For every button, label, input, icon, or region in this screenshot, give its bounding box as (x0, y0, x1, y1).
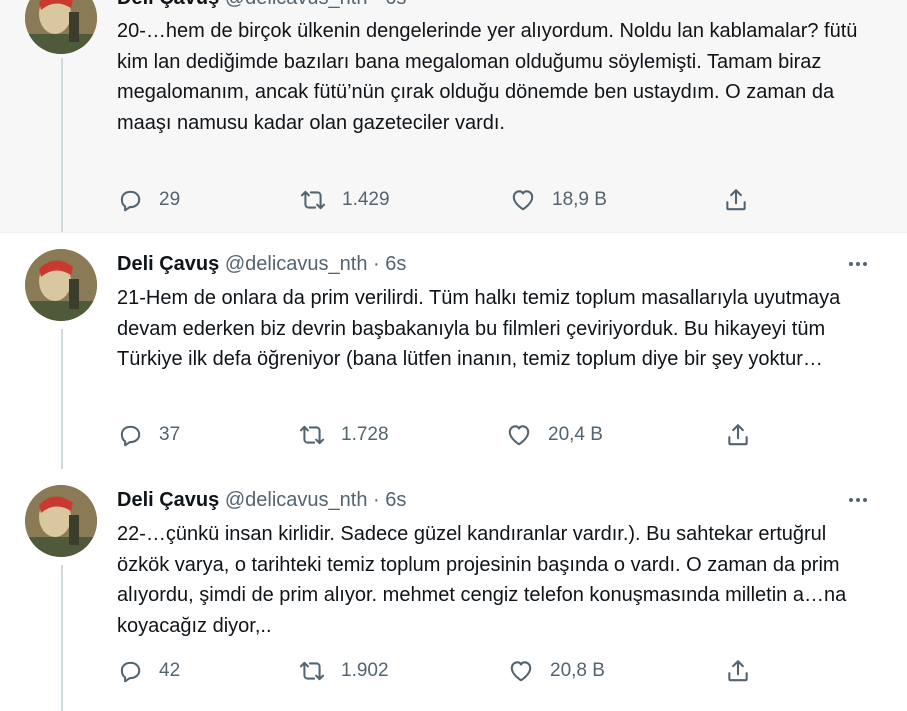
thread-line (61, 565, 63, 711)
author-handle[interactable]: @delicavus_nth (225, 0, 368, 9)
reply-icon (120, 425, 141, 447)
tweet[interactable]: Deli Çavuş @delicavus_nth · 6s 20-…hem d… (0, 0, 907, 233)
retweet-icon (300, 190, 326, 210)
tweet-header: Deli Çavuş @delicavus_nth · 6s (117, 0, 406, 10)
author-handle[interactable]: @delicavus_nth (225, 253, 368, 275)
timestamp[interactable]: 6s (385, 253, 406, 275)
more-icon (849, 498, 853, 502)
share-button[interactable] (723, 185, 749, 215)
retweet-button[interactable]: 1.902 (299, 656, 389, 686)
reply-count: 37 (159, 424, 181, 445)
tweet-actions: 29 1.429 18,9 B (117, 185, 767, 215)
avatar-image (25, 249, 97, 321)
more-icon (849, 262, 853, 266)
tweet-text: 21-Hem de onlara da prim verilirdi. Tüm … (117, 287, 841, 370)
share-button[interactable] (725, 420, 751, 450)
tweet[interactable]: Deli Çavuş @delicavus_nth · 6s 21-Hem de… (0, 233, 907, 469)
tweet-header: Deli Çavuş @delicavus_nth · 6s (117, 488, 406, 512)
avatar-image (25, 485, 97, 557)
like-count: 20,4 B (548, 424, 603, 445)
like-count: 18,9 B (552, 189, 607, 210)
author-name[interactable]: Deli Çavuş (117, 489, 219, 511)
more-button[interactable] (843, 488, 873, 512)
tweet-text: 20-…hem de birçok ülkenin dengelerinde y… (117, 20, 858, 134)
timestamp[interactable]: 6s (385, 0, 406, 9)
reply-button[interactable]: 42 (117, 656, 180, 686)
timestamp[interactable]: 6s (385, 489, 406, 511)
separator: · (373, 0, 380, 9)
reply-button[interactable]: 37 (117, 420, 180, 450)
avatar[interactable] (25, 0, 97, 54)
retweet-count: 1.728 (341, 424, 389, 445)
share-icon (728, 660, 748, 682)
heart-icon (510, 661, 532, 682)
like-count: 20,8 B (550, 660, 605, 681)
retweet-icon (299, 425, 325, 445)
heart-icon (512, 190, 534, 211)
retweet-button[interactable]: 1.728 (299, 420, 389, 450)
separator: · (373, 489, 380, 511)
share-button[interactable] (725, 656, 751, 686)
avatar[interactable] (25, 485, 97, 557)
retweet-icon (299, 661, 325, 681)
reply-count: 42 (159, 660, 181, 681)
reply-count: 29 (159, 189, 181, 210)
more-button[interactable] (843, 252, 873, 276)
reply-button[interactable]: 29 (117, 185, 180, 215)
like-button[interactable]: 20,8 B (508, 656, 605, 686)
tweet[interactable]: Deli Çavuş @delicavus_nth · 6s 22-…çünkü… (0, 469, 907, 711)
reply-icon (120, 190, 141, 212)
separator: · (373, 253, 380, 275)
share-icon (726, 189, 746, 211)
avatar[interactable] (25, 249, 97, 321)
thread-line (61, 329, 63, 469)
heart-icon (508, 425, 530, 446)
tweet-header: Deli Çavuş @delicavus_nth · 6s (117, 252, 406, 276)
retweet-button[interactable]: 1.429 (300, 185, 390, 215)
like-button[interactable]: 20,4 B (506, 420, 603, 450)
retweet-count: 1.429 (342, 189, 390, 210)
author-handle[interactable]: @delicavus_nth (225, 489, 368, 511)
author-name[interactable]: Deli Çavuş (117, 253, 219, 275)
retweet-count: 1.902 (341, 660, 389, 681)
author-name[interactable]: Deli Çavuş (117, 0, 219, 9)
avatar-image (25, 0, 97, 54)
reply-icon (120, 661, 141, 683)
tweet-actions: 37 1.728 20,4 B (117, 420, 767, 450)
like-button[interactable]: 18,9 B (510, 185, 607, 215)
share-icon (728, 424, 748, 446)
thread-line (61, 58, 63, 232)
tweet-actions: 42 1.902 20,8 B (117, 656, 767, 686)
tweet-text: 22-…çünkü insan kirlidir. Sadece güzel k… (117, 523, 847, 637)
